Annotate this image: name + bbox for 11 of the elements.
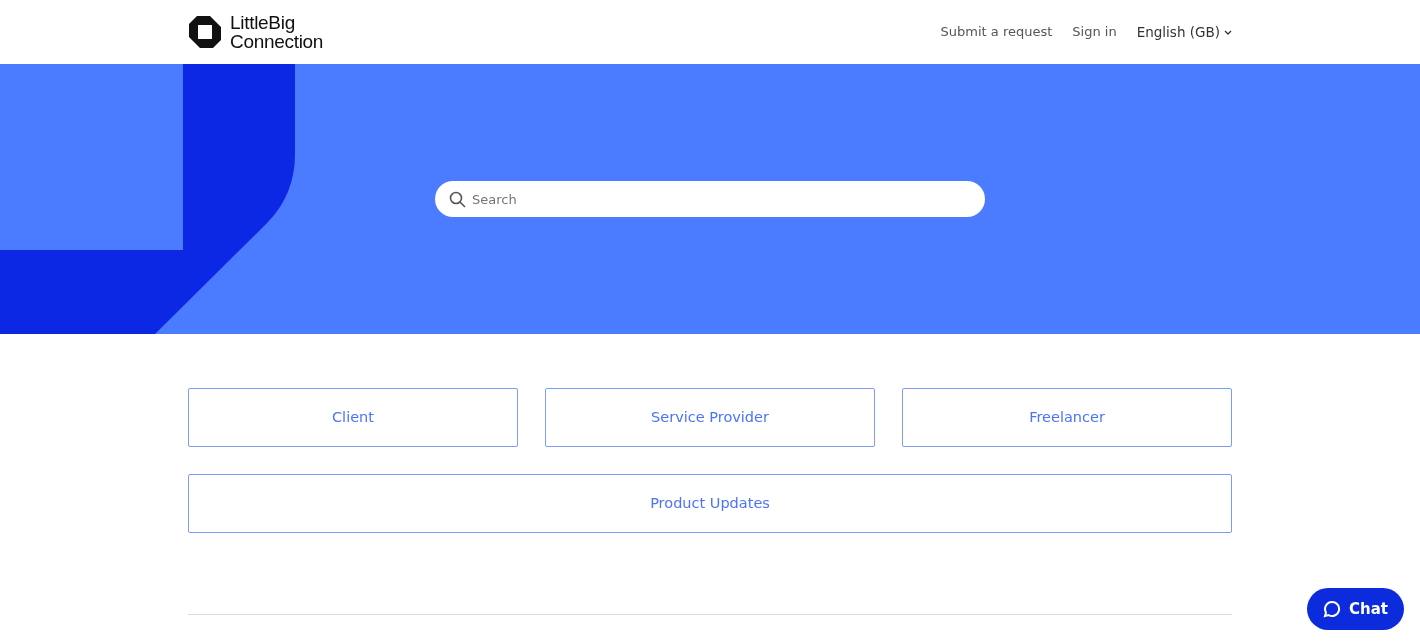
category-button[interactable]: Service Provider [545,388,875,447]
chat-button[interactable]: Chat [1307,588,1404,630]
category-button[interactable]: Freelancer [902,388,1232,447]
language-dropdown[interactable]: English (GB) [1136,21,1232,43]
logo-text: LittleBig [230,13,296,32]
category-button[interactable]: Product Updates [188,474,1232,533]
logo-text: Connection [230,32,324,51]
nav-link[interactable]: Sign in [1072,22,1117,42]
search-field[interactable]: Search [435,181,985,217]
nav-link[interactable]: Submit a request [940,22,1053,42]
category-button[interactable]: Client [188,388,518,447]
